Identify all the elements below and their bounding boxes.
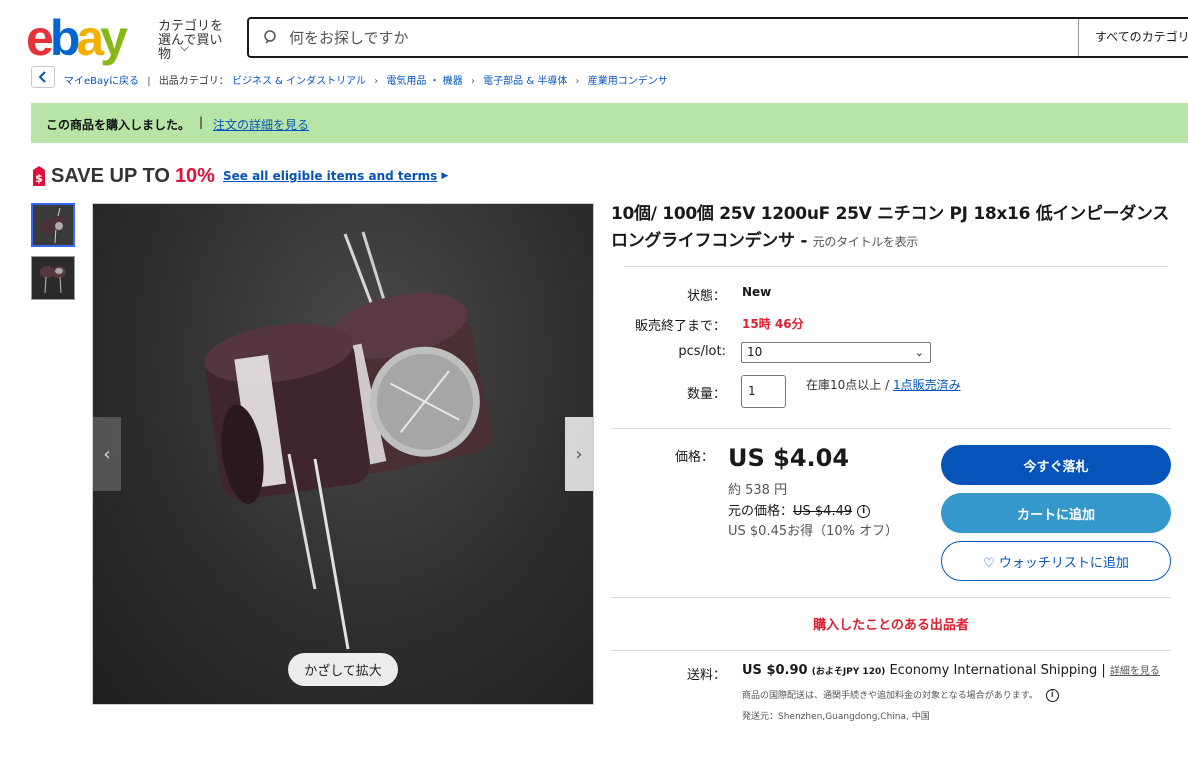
- price-value: US $4.04: [728, 444, 850, 472]
- ships-from: 発送元：Shenzhen,Guangdong,China, 中国: [742, 712, 930, 722]
- original-price-label: 元の価格：: [728, 504, 794, 519]
- shipping-label: 送料：: [686, 668, 726, 683]
- divider: [625, 266, 1168, 267]
- add-to-watchlist-button[interactable]: ♡ ウォッチリストに追加: [941, 541, 1171, 581]
- search-input[interactable]: [289, 25, 1049, 50]
- shop-by-category-label: カテゴリを選んで買い物: [158, 19, 224, 62]
- chevron-right-icon: ›: [470, 76, 475, 87]
- chevron-right-icon: ›: [575, 443, 583, 465]
- purchase-banner: この商品を購入しました。 | 注文の詳細を見る: [31, 103, 1188, 143]
- shipping-details-link[interactable]: 詳細を見る: [1110, 666, 1160, 677]
- logo-letter-y: y: [100, 10, 128, 66]
- zoom-hint: かざして拡大: [288, 653, 398, 686]
- price-tag-icon: $: [33, 166, 45, 186]
- divider: [611, 650, 1171, 651]
- triangle-right-icon: ▶: [441, 171, 449, 181]
- promo-percent: 10%: [174, 164, 215, 187]
- main-product-image[interactable]: ‹ › かざして拡大: [92, 203, 594, 705]
- info-icon[interactable]: i: [1045, 689, 1059, 702]
- sold-count-link[interactable]: 1点販売済み: [893, 378, 961, 392]
- search-bar: すべてのカテゴリ: [247, 17, 1188, 58]
- capacitor-thumbnail-image: [33, 205, 73, 245]
- eligible-items-link[interactable]: See all eligible items and terms: [223, 169, 437, 183]
- add-to-cart-button[interactable]: カートに追加: [941, 493, 1171, 533]
- time-left-label: 販売終了まで：: [634, 319, 726, 334]
- time-left-value: 15時 46分: [742, 317, 804, 331]
- capacitor-thumbnail-image: [32, 257, 74, 299]
- item-title: 10個/ 100個 25V 1200uF 25V ニチコン PJ 18x16 低…: [611, 201, 1171, 256]
- banner-divider: |: [199, 115, 204, 129]
- capacitor-photo: [204, 231, 493, 650]
- divider: [611, 597, 1171, 598]
- shipping-note: 商品の国際配送は、通関手続きや追加料金の対象となる場合があります。 i: [742, 688, 1059, 702]
- previous-image-button[interactable]: ‹: [93, 417, 121, 491]
- breadcrumb-divider: |: [147, 76, 151, 87]
- chevron-right-icon: ›: [575, 76, 580, 87]
- variation-label: pcs/lot:: [678, 344, 726, 359]
- thumbnail-2[interactable]: [31, 256, 75, 300]
- original-price: 元の価格：US $4.49 i: [728, 500, 871, 519]
- stock-info: 在庫10点以上 / 1点販売済み: [806, 376, 961, 393]
- order-details-link[interactable]: 注文の詳細を見る: [213, 116, 309, 133]
- logo-letter-a: a: [76, 10, 104, 66]
- condition-value: New: [742, 285, 772, 299]
- variation-select[interactable]: 10 ⌄: [741, 342, 931, 363]
- chevron-left-icon: ‹: [103, 443, 111, 465]
- variation-value: 10: [747, 345, 763, 359]
- svg-text:$: $: [35, 172, 43, 185]
- promo-save: $ SAVE UP TO 10% See all eligible items …: [31, 162, 448, 190]
- chevron-right-icon: ›: [374, 76, 379, 87]
- divider: [611, 428, 1171, 429]
- breadcrumb-item-electronic-components[interactable]: 電子部品 & 半導体: [483, 76, 567, 87]
- purchase-message: この商品を購入しました。: [46, 118, 191, 132]
- approx-price: 約 538 円: [728, 483, 788, 498]
- breadcrumb-item-business[interactable]: ビジネス & インダストリアル: [232, 76, 366, 87]
- shipping-method: Economy International Shipping: [889, 663, 1098, 678]
- breadcrumb-item-electrical[interactable]: 電気用品 ・ 機器: [386, 76, 462, 87]
- promo-text: SAVE UP TO: [51, 164, 170, 187]
- quantity-input[interactable]: 1: [741, 375, 786, 408]
- shipping-price: US $0.90: [742, 663, 808, 678]
- condition-label: 状態：: [686, 289, 726, 304]
- previously-purchased-seller: 購入したことのある出品者: [813, 618, 969, 633]
- breadcrumb: マイeBayに戻る | 出品カテゴリ： ビジネス & インダストリアル › 電気…: [64, 72, 668, 87]
- show-original-title-link[interactable]: 元のタイトルを表示: [813, 235, 919, 249]
- thumbnail-1[interactable]: [31, 203, 75, 247]
- shipping-info: US $0.90 (およそJPY 120) Economy Internatio…: [742, 662, 1160, 678]
- search-category-select[interactable]: すべてのカテゴリ: [1078, 19, 1188, 56]
- quantity-label: 数量：: [686, 387, 726, 402]
- chevron-left-icon: [38, 71, 46, 83]
- breadcrumb-item-capacitors[interactable]: 産業用コンデンサ: [588, 76, 668, 87]
- chevron-down-icon: ⌵: [180, 40, 190, 54]
- back-to-my-ebay-link[interactable]: マイeBayに戻る: [64, 76, 139, 87]
- ebay-logo[interactable]: ebay: [26, 12, 146, 64]
- search-icon: [264, 30, 276, 44]
- info-icon[interactable]: i: [857, 505, 871, 518]
- title-separator: -: [794, 231, 813, 251]
- logo-letter-b: b: [49, 10, 80, 66]
- shop-by-category-button[interactable]: カテゴリを選んで買い物 ⌵: [158, 20, 230, 62]
- stock-text: 在庫10点以上 /: [806, 378, 893, 392]
- back-button[interactable]: [31, 66, 55, 88]
- logo-letter-e: e: [26, 10, 54, 66]
- original-price-value: US $4.49: [793, 504, 853, 519]
- buy-now-button[interactable]: 今すぐ落札: [941, 445, 1171, 485]
- shipping-separator: |: [1097, 663, 1110, 678]
- shipping-jpy: (およそJPY 120): [811, 667, 886, 677]
- price-label: 価格：: [674, 450, 714, 465]
- savings-text: US $0.45お得（10% オフ）: [728, 524, 899, 539]
- chevron-down-icon: ⌄: [914, 346, 924, 359]
- shipping-note-text: 商品の国際配送は、通関手続きや追加料金の対象となる場合があります。: [742, 691, 1038, 701]
- category-label: 出品カテゴリ：: [158, 76, 229, 87]
